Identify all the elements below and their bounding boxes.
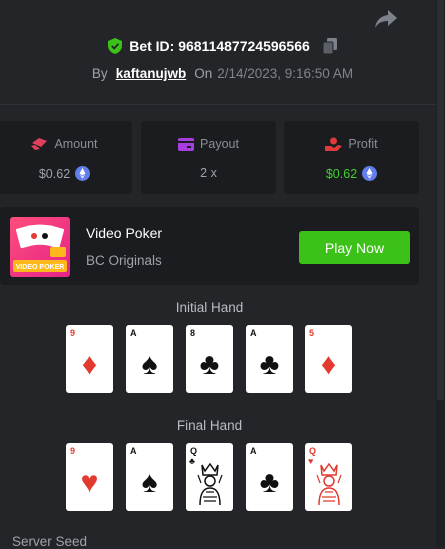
copy-icon[interactable]: [322, 38, 337, 54]
bet-author-row: By kaftanujwb On 2/14/2023, 9:16:50 AM: [0, 66, 445, 81]
eth-coin-icon: [362, 166, 378, 181]
video-poker-thumbnail[interactable]: VIDEO POKER: [10, 217, 70, 277]
card-suit-pip: ♣: [199, 348, 220, 381]
card-rank: A: [250, 446, 257, 456]
thumbnail-title: VIDEO POKER: [16, 264, 65, 271]
playing-card: A ♣: [246, 325, 293, 393]
profit-icon: [325, 137, 343, 151]
card-rank: 9: [70, 446, 76, 456]
queen-face-icon: [316, 462, 342, 506]
playing-card: A ♠: [126, 443, 173, 511]
card-rank: 8: [190, 328, 196, 338]
share-icon[interactable]: [373, 8, 399, 30]
card-rank: Q: [190, 446, 198, 456]
card-rank: A: [130, 328, 137, 338]
eth-coin-icon: [75, 166, 91, 181]
play-now-button[interactable]: Play Now: [299, 231, 410, 264]
card-rank: Q: [309, 446, 317, 456]
game-card: VIDEO POKER Video Poker BC Originals Pla…: [0, 207, 419, 285]
playing-card: 9 ♥: [66, 443, 113, 511]
verified-shield-icon: [108, 38, 123, 54]
card-suit-pip: ♦: [81, 348, 98, 381]
payout-label: Payout: [200, 137, 239, 151]
card-rank: A: [130, 446, 137, 456]
game-provider: BC Originals: [86, 253, 162, 268]
scrollbar-thumb[interactable]: [437, 0, 444, 400]
card-suit-pip: ♦: [320, 348, 337, 381]
scrollbar[interactable]: [436, 0, 445, 547]
bet-id: Bet ID: 96811487724596566: [129, 38, 310, 54]
bet-date: 2/14/2023, 9:16:50 AM: [217, 66, 354, 81]
amount-value: $0.62: [38, 167, 71, 181]
final-hand-title: Final Hand: [176, 418, 243, 433]
amount-stat: Amount $0.62: [0, 121, 132, 194]
initial-hand-title: Initial Hand: [175, 300, 244, 315]
card-suit-pip: ♣: [259, 466, 280, 499]
wallet-icon: [178, 138, 195, 151]
playing-card: 9 ♦: [66, 325, 113, 393]
card-rank: 5: [309, 328, 315, 338]
playing-card: A ♠: [126, 325, 173, 393]
queen-face-icon: [197, 462, 223, 506]
card-suit-pip: ♠: [141, 466, 158, 499]
playing-card: 8 ♣: [186, 325, 233, 393]
card-suit-pip: ♥: [80, 466, 99, 499]
playing-card: Q ♣: [186, 443, 233, 511]
profit-value: $0.62: [325, 167, 358, 181]
money-icon: [31, 138, 48, 150]
playing-card: Q ♥: [305, 443, 352, 511]
bet-id-row: Bet ID: 96811487724596566: [0, 38, 445, 54]
username-link[interactable]: kaftanujwb: [116, 66, 187, 81]
divider: [0, 104, 445, 105]
card-rank: A: [250, 328, 257, 338]
playing-card: A ♣: [246, 443, 293, 511]
by-label: By: [91, 66, 108, 81]
payout-value: 2 x: [200, 166, 217, 180]
card-suit-pip: ♣: [259, 348, 280, 381]
amount-label: Amount: [54, 137, 98, 151]
profit-stat: Profit $0.62: [284, 121, 419, 194]
game-name: Video Poker: [86, 225, 163, 241]
card-rank: 9: [70, 328, 76, 338]
payout-stat: Payout 2 x: [141, 121, 276, 194]
on-label: On: [194, 66, 213, 81]
playing-card: 5 ♦: [305, 325, 352, 393]
card-suit-pip: ♠: [141, 348, 158, 381]
profit-label: Profit: [348, 137, 378, 151]
